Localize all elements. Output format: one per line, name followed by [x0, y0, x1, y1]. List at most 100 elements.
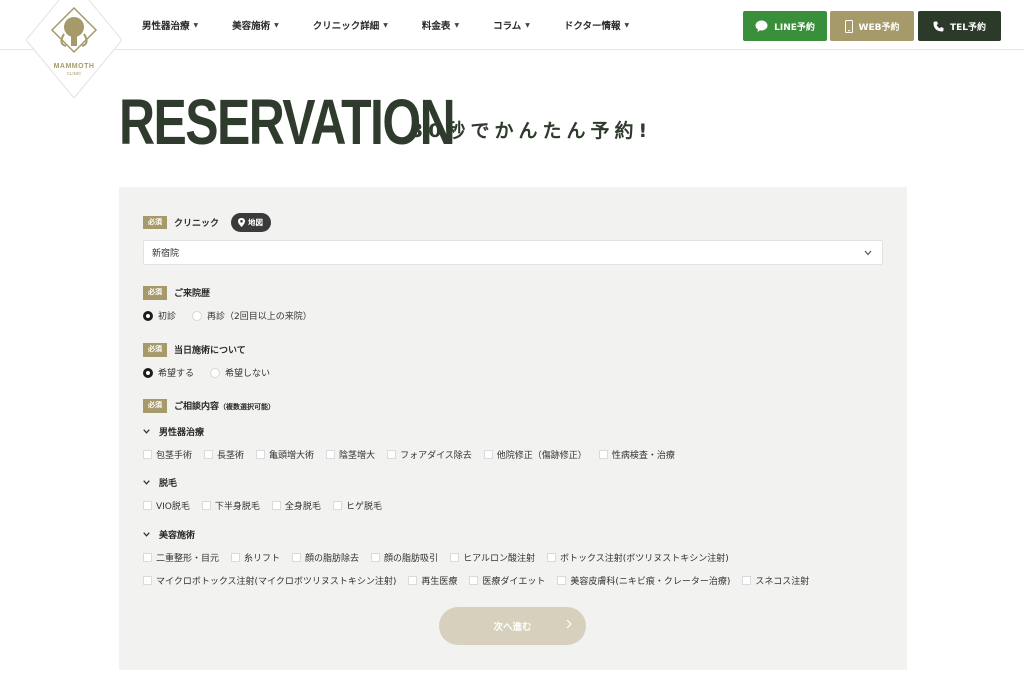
checkbox-option[interactable]: 下半身脱毛 [201, 499, 260, 512]
caret-down-icon: ▼ [525, 21, 530, 29]
nav-doctor-info[interactable]: ドクター情報 ▼ [564, 18, 629, 32]
checkbox-box [292, 553, 302, 562]
required-badge: 必須 [143, 215, 167, 230]
logo-brand-text: MAMMOTH [54, 63, 95, 70]
checkbox-option[interactable]: 亀頭増大術 [256, 448, 314, 461]
nav-column[interactable]: コラム ▼ [493, 18, 530, 32]
checkbox-option[interactable]: ヒアルロン酸注射 [450, 551, 535, 564]
chevron-down-icon [143, 532, 150, 537]
required-badge: 必須 [143, 286, 167, 300]
consult-label: ご相談内容（複数選択可能） [174, 402, 276, 413]
consult-note: （複数選択可能） [219, 403, 276, 412]
caret-down-icon: ▼ [383, 21, 388, 29]
next-step-button[interactable]: 次へ進む [439, 607, 586, 645]
radio-dot [143, 367, 153, 378]
checkbox-option[interactable]: 美容皮膚科(ニキビ痕・クレーター治療) [557, 574, 730, 587]
radio-revisit[interactable]: 再診（2回目以上の来院） [192, 309, 312, 322]
checkbox-box [256, 450, 266, 459]
checkbox-box [557, 576, 567, 585]
checkbox-option[interactable]: 二重整形・目元 [143, 551, 219, 564]
nav-beauty-treatment[interactable]: 美容施術 ▼ [232, 18, 279, 32]
caret-down-icon: ▼ [274, 21, 279, 29]
nav-clinic-details[interactable]: クリニック詳細 ▼ [313, 18, 388, 32]
clinic-select[interactable]: 新宿院 [143, 240, 883, 265]
phone-icon [933, 21, 944, 32]
mammoth-clinic-logo[interactable]: MAMMOTH CLINIC [26, 0, 122, 98]
nav-male-treatment[interactable]: 男性器治療 ▼ [142, 18, 198, 32]
smartphone-icon [844, 19, 853, 33]
radio-dot [143, 310, 153, 321]
chevron-down-icon [864, 249, 872, 259]
clinic-label: クリニック [174, 219, 220, 229]
checkbox-box [201, 501, 211, 510]
checkbox-box [483, 450, 493, 459]
category-male-treatment[interactable]: 男性器治療 [143, 425, 204, 438]
male-treatment-options: 包茎手術 長茎術 亀頭増大術 陰茎増大 フォアダイス除去 他院修正（傷跡修正） … [143, 448, 687, 461]
checkbox-option[interactable]: 陰茎増大 [326, 448, 375, 461]
checkbox-box [332, 501, 342, 510]
checkbox-option[interactable]: 糸リフト [231, 551, 280, 564]
hair-removal-options: VIO脱毛 下半身脱毛 全身脱毛 ヒゲ脱毛 [143, 499, 394, 512]
checkbox-option[interactable]: マイクロボトックス注射(マイクロボツリヌストキシン注射) [143, 574, 396, 587]
checkbox-box [408, 576, 418, 585]
checkbox-option[interactable]: スネコス注射 [742, 574, 809, 587]
beauty-treatment-options-row2: マイクロボトックス注射(マイクロボツリヌストキシン注射) 再生医療 医療ダイエッ… [143, 574, 821, 587]
clinic-select-value: 新宿院 [152, 249, 180, 259]
category-beauty-treatment[interactable]: 美容施術 [143, 528, 195, 541]
main-nav: 男性器治療 ▼ 美容施術 ▼ クリニック詳細 ▼ 料金表 ▼ コラム ▼ ドクター情報 ▼ [142, 0, 663, 50]
checkbox-option[interactable]: 長茎術 [204, 448, 244, 461]
same-day-label: 当日施術について [174, 346, 246, 357]
checkbox-option[interactable]: フォアダイス除去 [387, 448, 472, 461]
checkbox-option[interactable]: 性病検査・治療 [598, 448, 675, 461]
nav-price-list[interactable]: 料金表 ▼ [422, 18, 459, 32]
checkbox-box [143, 501, 152, 510]
chevron-down-icon [143, 429, 150, 434]
checkbox-box [742, 576, 752, 585]
checkbox-option[interactable]: 顔の脂肪吸引 [371, 551, 438, 564]
checkbox-option[interactable]: 他院修正（傷跡修正） [483, 448, 587, 461]
radio-dot [192, 310, 203, 321]
checkbox-box [326, 450, 336, 459]
same-day-label-row: 必須 当日施術について [143, 343, 246, 357]
checkbox-option[interactable]: 医療ダイエット [469, 574, 545, 587]
radio-want[interactable]: 希望する [143, 366, 194, 379]
checkbox-box [371, 553, 381, 562]
tel-reservation-button[interactable]: TEL予約 [918, 11, 1001, 41]
checkbox-option[interactable]: 顔の脂肪除去 [292, 551, 359, 564]
line-reservation-button[interactable]: LINE予約 [743, 11, 827, 41]
site-header: MAMMOTH CLINIC 男性器治療 ▼ 美容施術 ▼ クリニック詳細 ▼ 料金表… [0, 0, 1024, 98]
checkbox-box [598, 450, 608, 459]
checkbox-option[interactable]: 包茎手術 [143, 448, 192, 461]
beauty-treatment-options-row1: 二重整形・目元 糸リフト 顔の脂肪除去 顔の脂肪吸引 ヒアルロン酸注射 ボトック… [143, 551, 741, 564]
caret-down-icon: ▼ [454, 21, 460, 29]
web-reservation-button[interactable]: WEB予約 [830, 11, 914, 41]
checkbox-option[interactable]: 再生医療 [408, 574, 457, 587]
checkbox-option[interactable]: VIO脱毛 [143, 499, 190, 512]
checkbox-option[interactable]: ヒゲ脱毛 [332, 499, 382, 512]
checkbox-box [143, 553, 152, 562]
visit-history-label-row: 必須 ご来院歴 [143, 286, 210, 300]
checkbox-box [450, 553, 460, 562]
checkbox-box [231, 553, 241, 562]
caret-down-icon: ▼ [624, 21, 630, 29]
checkbox-option[interactable]: 全身脱毛 [271, 499, 321, 512]
checkbox-box [387, 450, 397, 459]
radio-first-visit[interactable]: 初診 [143, 309, 176, 322]
consult-label-row: 必須 ご相談内容（複数選択可能） [143, 399, 275, 413]
line-chat-icon [755, 20, 768, 32]
checkbox-box [271, 501, 281, 510]
chevron-right-icon [566, 619, 572, 632]
reservation-form: 必須 クリニック 地図 新宿院 必須 ご来院歴 初診 再診（2回目以上の来院） … [119, 187, 907, 670]
logo-sub-text: CLINIC [67, 71, 83, 76]
map-pin-icon [238, 218, 246, 227]
radio-dot [210, 367, 221, 378]
map-button[interactable]: 地図 [231, 213, 272, 232]
radio-not-want[interactable]: 希望しない [210, 366, 270, 379]
checkbox-option[interactable]: ボトックス注射(ボツリヌストキシン注射) [546, 551, 729, 564]
checkbox-box [546, 553, 556, 562]
page-subtitle: 30秒でかんたん予約! [410, 120, 653, 142]
category-hair-removal[interactable]: 脱毛 [143, 476, 177, 489]
caret-down-icon: ▼ [193, 21, 199, 29]
chevron-down-icon [143, 480, 150, 485]
same-day-options: 希望する 希望しない [143, 366, 286, 379]
